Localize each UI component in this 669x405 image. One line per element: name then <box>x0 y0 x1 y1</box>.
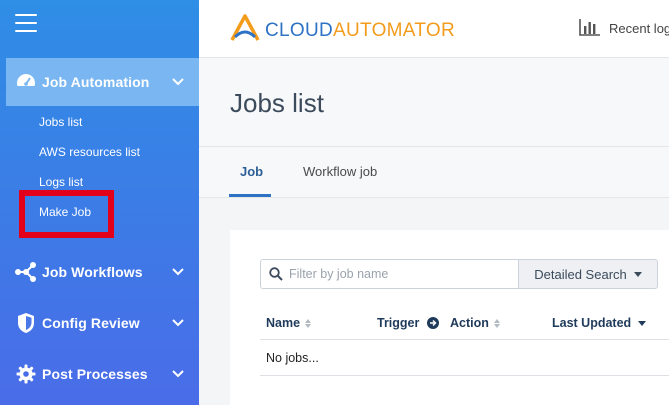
recent-log-label: Recent log <box>609 21 669 36</box>
workflow-icon <box>14 260 38 284</box>
page-header: Jobs list <box>199 58 669 147</box>
top-header: CLOUDAUTOMATOR Recent log <box>199 0 669 58</box>
column-header-name[interactable]: Name <box>266 316 312 330</box>
tab-job[interactable]: Job <box>240 164 263 179</box>
sidebar-item-label: Post Processes <box>42 366 148 382</box>
column-label: Action <box>450 316 489 330</box>
sidebar-item-job-automation[interactable]: Job Automation <box>6 58 199 106</box>
active-tab-indicator <box>229 194 271 197</box>
sidebar-item-post-processes[interactable]: Post Processes <box>6 354 199 394</box>
sidebar-item-job-workflows[interactable]: Job Workflows <box>6 252 199 292</box>
shield-icon <box>14 311 38 335</box>
column-header-last-updated[interactable]: Last Updated <box>552 316 647 330</box>
sidebar-item-label: Job Automation <box>42 74 150 90</box>
column-header-trigger[interactable]: Trigger <box>377 316 440 330</box>
logo-icon <box>229 13 261 48</box>
sidebar: Job Automation Jobs list AWS resources l… <box>0 0 199 405</box>
sidebar-item-label: Job Workflows <box>42 264 143 280</box>
chevron-down-icon <box>171 268 185 276</box>
sort-icon <box>493 318 500 328</box>
chevron-down-icon <box>171 370 185 378</box>
highlight-box <box>19 190 114 238</box>
table-header-divider <box>260 339 669 340</box>
search-field <box>260 259 520 289</box>
column-label: Last Updated <box>552 316 632 330</box>
sidebar-item-label: Config Review <box>42 315 140 331</box>
sidebar-subitem-logs-list[interactable]: Logs list <box>39 175 83 189</box>
sidebar-subitem-jobs-list[interactable]: Jobs list <box>39 115 82 129</box>
tab-bar: Job Workflow job <box>199 147 669 198</box>
search-icon <box>269 267 283 281</box>
sidebar-subitem-aws-resources-list[interactable]: AWS resources list <box>39 145 140 159</box>
sort-desc-icon <box>638 320 647 326</box>
detailed-search-button[interactable]: Detailed Search <box>518 259 658 289</box>
chevron-down-icon <box>171 78 185 86</box>
search-input[interactable] <box>289 267 509 281</box>
gear-icon <box>14 362 38 386</box>
bar-chart-icon <box>579 18 601 39</box>
empty-table-message: No jobs... <box>266 351 319 365</box>
jobs-card: Detailed Search Name Trigger Action Last… <box>230 230 669 405</box>
sidebar-item-config-review[interactable]: Config Review <box>6 303 199 343</box>
arrow-right-circle-icon <box>427 317 440 329</box>
detailed-search-label: Detailed Search <box>534 266 627 282</box>
page-title: Jobs list <box>230 88 324 118</box>
column-header-action[interactable]: Action <box>450 316 500 330</box>
recent-log-button[interactable]: Recent log <box>579 18 669 39</box>
dashboard-icon <box>14 70 38 94</box>
brand-logo[interactable]: CLOUDAUTOMATOR <box>229 13 455 48</box>
brand-name: CLOUDAUTOMATOR <box>265 19 456 41</box>
chevron-down-icon <box>171 319 185 327</box>
menu-icon[interactable] <box>15 14 37 34</box>
table-row-divider <box>260 375 669 376</box>
tab-workflow-job[interactable]: Workflow job <box>303 164 377 179</box>
caret-down-icon <box>633 271 642 277</box>
column-label: Name <box>266 316 301 330</box>
sort-icon <box>305 318 312 328</box>
column-label: Trigger <box>377 316 420 330</box>
